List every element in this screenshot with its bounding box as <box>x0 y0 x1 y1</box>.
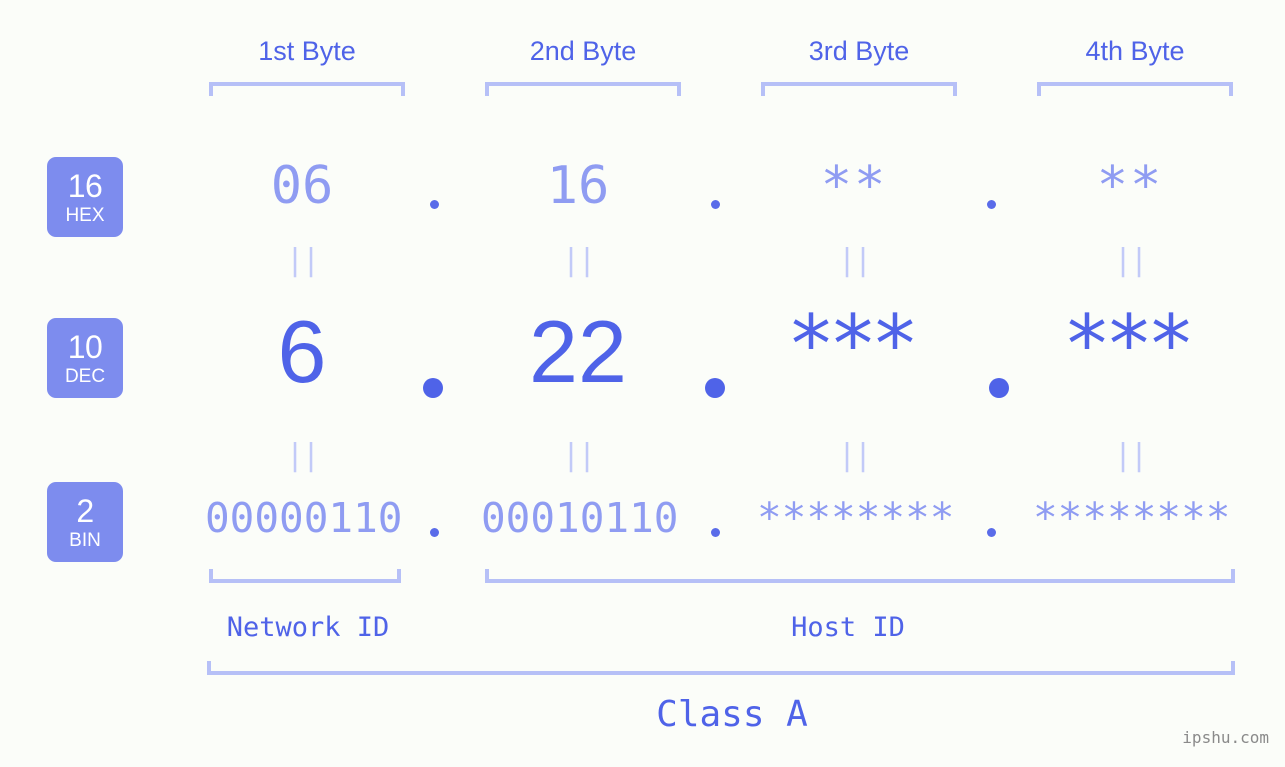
equals-dec-bin-2: || <box>561 438 596 473</box>
equals-hex-dec-3: || <box>837 243 872 278</box>
network-id-label: Network ID <box>226 612 390 643</box>
host-id-label: Host ID <box>791 612 905 643</box>
dec-dot-1 <box>423 378 443 398</box>
bin-byte-2: 00010110 <box>481 494 679 542</box>
network-id-bracket <box>209 569 401 583</box>
byte-header-1: 1st Byte <box>258 36 356 66</box>
byte-header-3: 3rd Byte <box>808 36 910 66</box>
equals-dec-bin-4: || <box>1113 438 1148 473</box>
base-badge-dec: 10 DEC <box>47 318 123 398</box>
byte-bracket-3 <box>761 82 957 96</box>
bin-byte-3: ******** <box>757 494 955 542</box>
bin-dot-3 <box>987 528 996 537</box>
equals-hex-dec-2: || <box>561 243 596 278</box>
dec-byte-2: 22 <box>529 302 627 401</box>
hex-dot-1 <box>430 200 439 209</box>
byte-bracket-4 <box>1037 82 1233 96</box>
dec-byte-3: *** <box>791 298 917 391</box>
host-id-bracket <box>485 569 1235 583</box>
class-bracket <box>207 661 1235 675</box>
hex-byte-3: ** <box>820 156 888 216</box>
byte-bracket-2 <box>485 82 681 96</box>
diagram-root: 1st Byte 2nd Byte 3rd Byte 4th Byte 16 H… <box>0 0 1285 767</box>
base-badge-hex-name: HEX <box>65 204 105 226</box>
byte-header-2: 2nd Byte <box>529 36 637 66</box>
base-badge-dec-name: DEC <box>64 365 106 387</box>
equals-dec-bin-3: || <box>837 438 872 473</box>
hex-byte-4: ** <box>1096 156 1164 216</box>
hex-dot-3 <box>987 200 996 209</box>
watermark: ipshu.com <box>1182 728 1269 747</box>
bin-dot-2 <box>711 528 720 537</box>
equals-dec-bin-1: || <box>285 438 320 473</box>
dec-dot-2 <box>705 378 725 398</box>
hex-byte-1: 06 <box>270 156 334 216</box>
hex-byte-2: 16 <box>546 156 610 216</box>
byte-header-4: 4th Byte <box>1085 36 1185 66</box>
bin-byte-4: ******** <box>1033 494 1231 542</box>
dec-byte-4: *** <box>1067 298 1193 391</box>
byte-bracket-1 <box>209 82 405 96</box>
equals-hex-dec-1: || <box>285 243 320 278</box>
base-badge-bin-number: 2 <box>76 492 94 529</box>
base-badge-dec-number: 10 <box>67 328 103 365</box>
equals-hex-dec-4: || <box>1113 243 1148 278</box>
bin-byte-1: 00000110 <box>205 494 403 542</box>
hex-dot-2 <box>711 200 720 209</box>
base-badge-hex: 16 HEX <box>47 157 123 237</box>
base-badge-bin: 2 BIN <box>47 482 123 562</box>
bin-dot-1 <box>430 528 439 537</box>
base-badge-bin-name: BIN <box>69 529 101 551</box>
dec-dot-3 <box>989 378 1009 398</box>
base-badge-hex-number: 16 <box>67 167 103 204</box>
dec-byte-1: 6 <box>277 302 327 401</box>
class-label: Class A <box>656 694 808 735</box>
